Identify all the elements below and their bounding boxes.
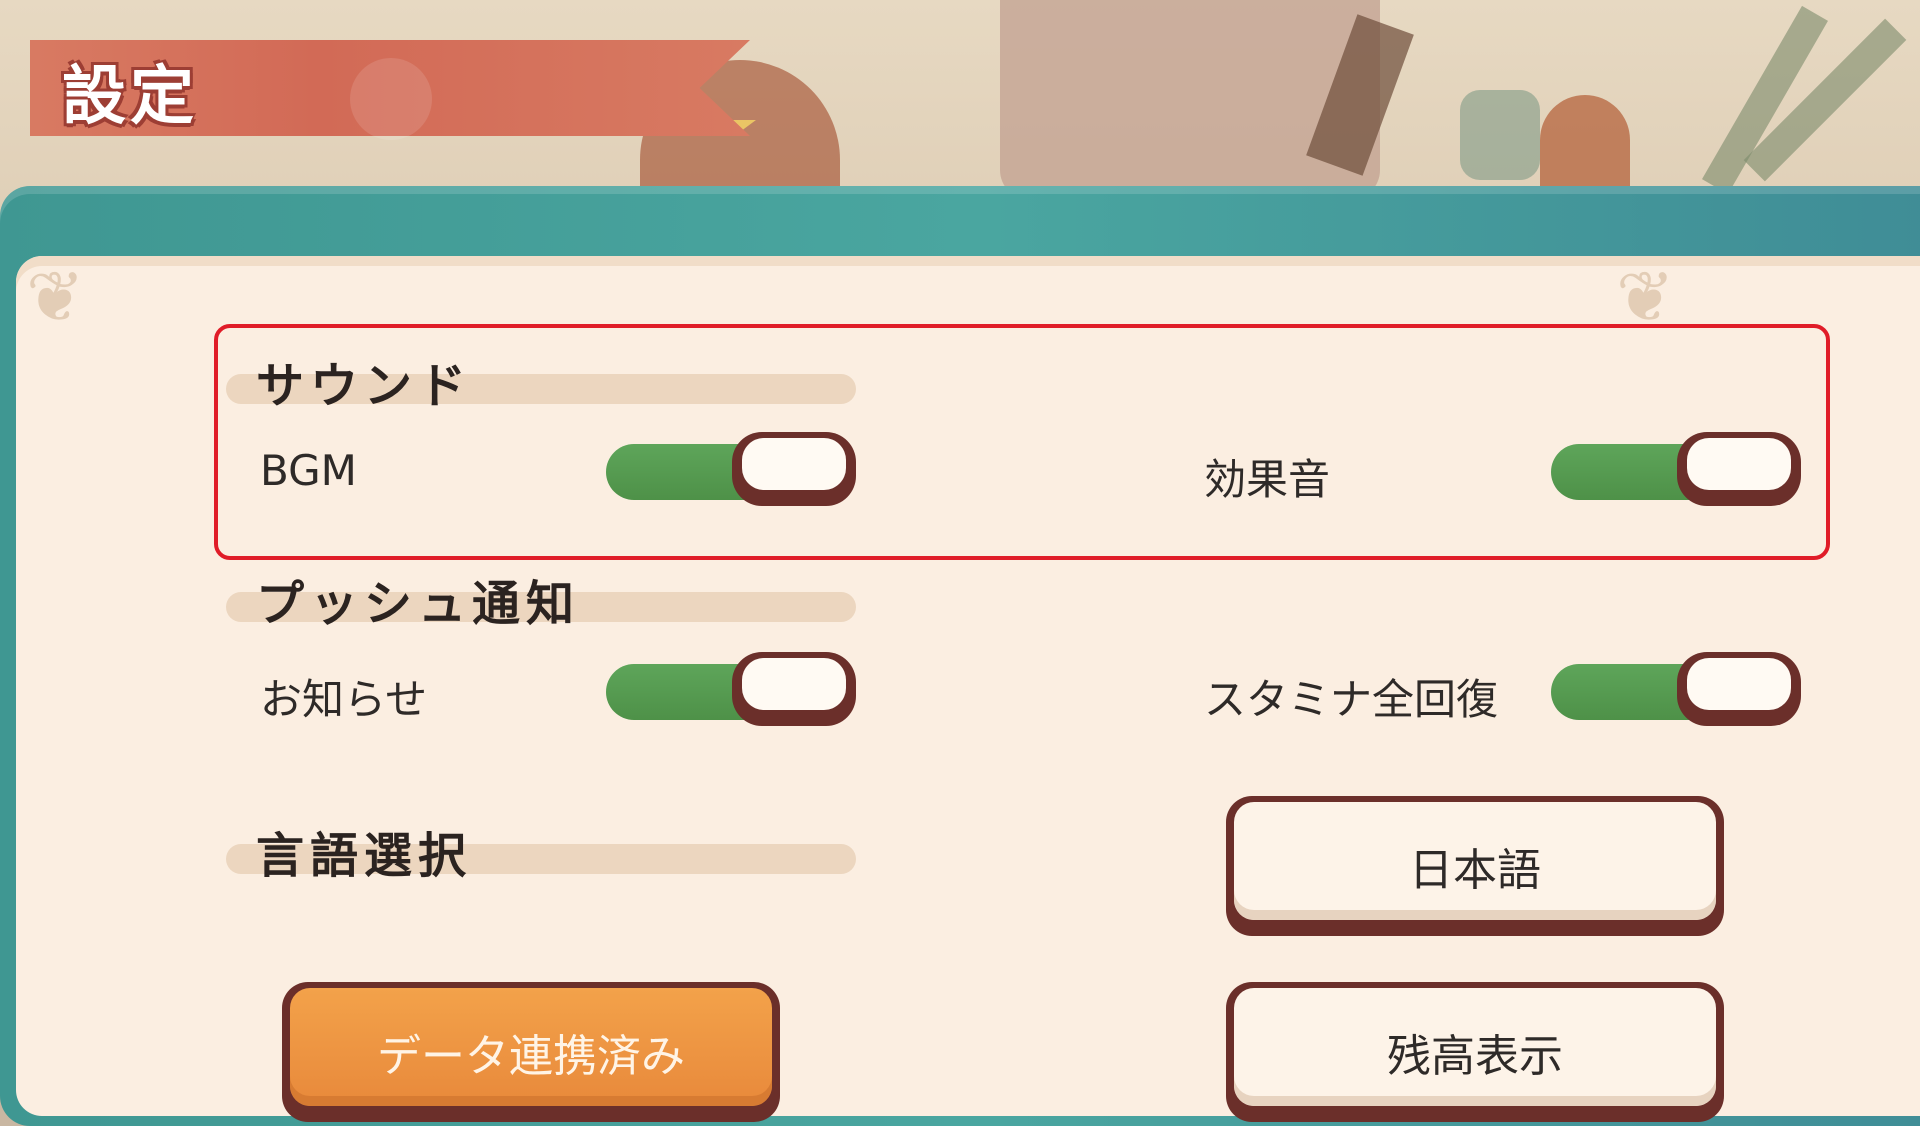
push-section-heading: プッシュ通知 [226,576,856,632]
language-heading-text: 言語選択 [256,828,473,884]
news-label: お知らせ [260,675,428,724]
stamina-toggle[interactable] [1551,652,1803,730]
balance-button[interactable]: 残高表示 [1226,982,1724,1122]
corner-flourish-icon: ❦ [26,256,85,338]
push-heading-text: プッシュ通知 [256,576,581,632]
ribbon-ornament [350,58,432,140]
news-toggle[interactable] [606,652,858,730]
data-link-button[interactable]: データ連携済み [282,982,780,1122]
sound-highlight-frame [214,324,1830,560]
language-select-button[interactable]: 日本語 [1226,796,1724,936]
language-select-label: 日本語 [1409,845,1541,896]
data-link-label: データ連携済み [377,1031,685,1082]
language-section-heading: 言語選択 [226,828,856,884]
stamina-label: スタミナ全回復 [1204,675,1499,724]
page-title: 設定 [62,60,198,134]
balance-label: 残高表示 [1387,1031,1563,1082]
